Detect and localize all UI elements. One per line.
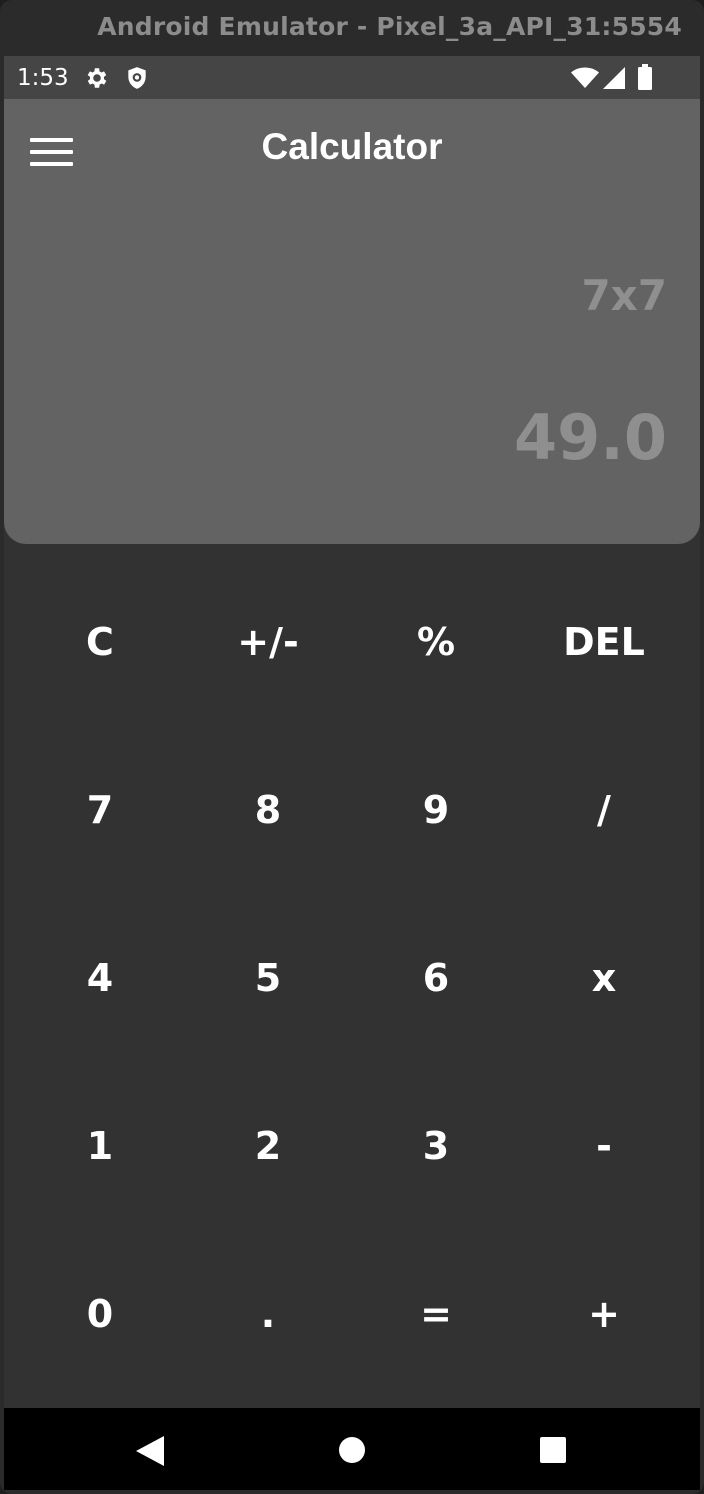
result-display: 49.0 (514, 401, 667, 474)
digit-7-button[interactable]: 7 (16, 726, 184, 894)
status-bar: 1:53 (4, 56, 700, 99)
toggle-sign-button[interactable]: +/- (184, 558, 352, 726)
digit-2-button[interactable]: 2 (184, 1062, 352, 1230)
decimal-button[interactable]: . (184, 1230, 352, 1398)
clear-button[interactable]: C (16, 558, 184, 726)
percent-button[interactable]: % (352, 558, 520, 726)
home-icon[interactable] (338, 1436, 366, 1464)
back-icon[interactable] (136, 1436, 164, 1466)
shield-icon (128, 67, 146, 89)
device-screen: 1:53 Calculator 7x7 49.0 C +/- % DEL 7 8… (4, 56, 700, 1490)
keypad: C +/- % DEL 7 8 9 / 4 5 6 x 1 2 3 - 0 . … (4, 558, 700, 1398)
multiply-button[interactable]: x (520, 894, 688, 1062)
app-title: Calculator (261, 126, 443, 167)
emulator-title-bar: Android Emulator - Pixel_3a_API_31:5554 (0, 0, 704, 56)
digit-1-button[interactable]: 1 (16, 1062, 184, 1230)
settings-icon (87, 68, 107, 88)
equals-button[interactable]: = (352, 1230, 520, 1398)
wifi-icon (571, 67, 599, 88)
expression-display: 7x7 (581, 271, 667, 320)
delete-button[interactable]: DEL (520, 558, 688, 726)
window-title: Android Emulator - Pixel_3a_API_31:5554 (97, 12, 682, 41)
digit-6-button[interactable]: 6 (352, 894, 520, 1062)
divide-button[interactable]: / (520, 726, 688, 894)
digit-3-button[interactable]: 3 (352, 1062, 520, 1230)
add-button[interactable]: + (520, 1230, 688, 1398)
signal-icon (603, 67, 625, 89)
subtract-button[interactable]: - (520, 1062, 688, 1230)
digit-9-button[interactable]: 9 (352, 726, 520, 894)
status-time: 1:53 (17, 65, 69, 91)
recents-icon[interactable] (539, 1436, 567, 1464)
emulator-window: Android Emulator - Pixel_3a_API_31:5554 … (0, 0, 704, 1494)
calculator-display: Calculator 7x7 49.0 (4, 99, 700, 544)
digit-5-button[interactable]: 5 (184, 894, 352, 1062)
navigation-bar (4, 1408, 700, 1490)
battery-icon (638, 64, 652, 90)
digit-8-button[interactable]: 8 (184, 726, 352, 894)
digit-0-button[interactable]: 0 (16, 1230, 184, 1398)
digit-4-button[interactable]: 4 (16, 894, 184, 1062)
